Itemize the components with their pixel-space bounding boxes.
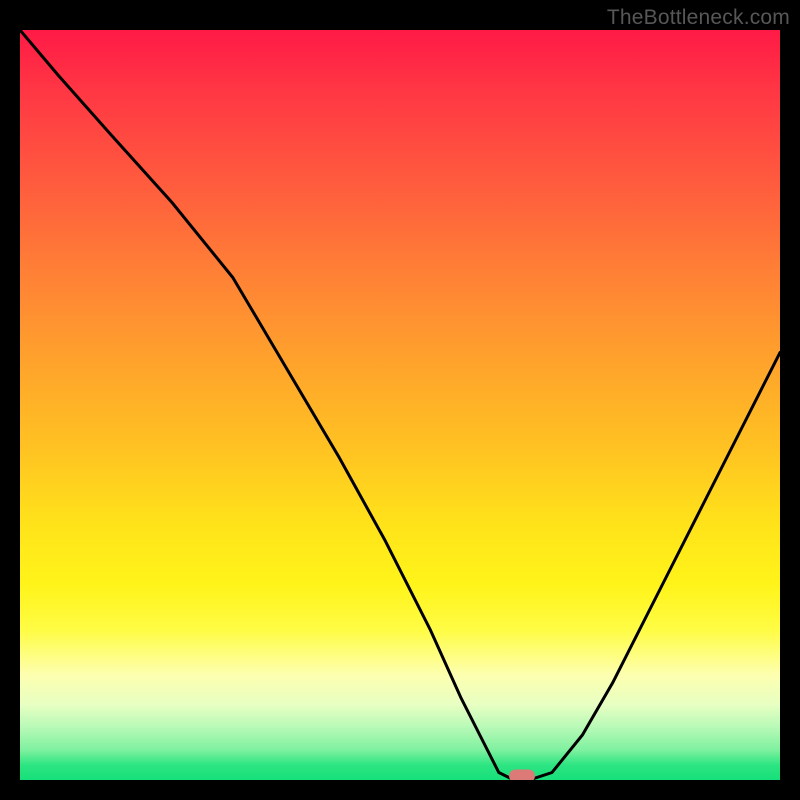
chart-stage: TheBottleneck.com [0, 0, 800, 800]
watermark-text: TheBottleneck.com [607, 6, 790, 30]
optimal-marker [509, 770, 535, 781]
bottleneck-curve-path [20, 30, 780, 780]
plot-area [20, 30, 780, 780]
curve-svg [20, 30, 780, 780]
